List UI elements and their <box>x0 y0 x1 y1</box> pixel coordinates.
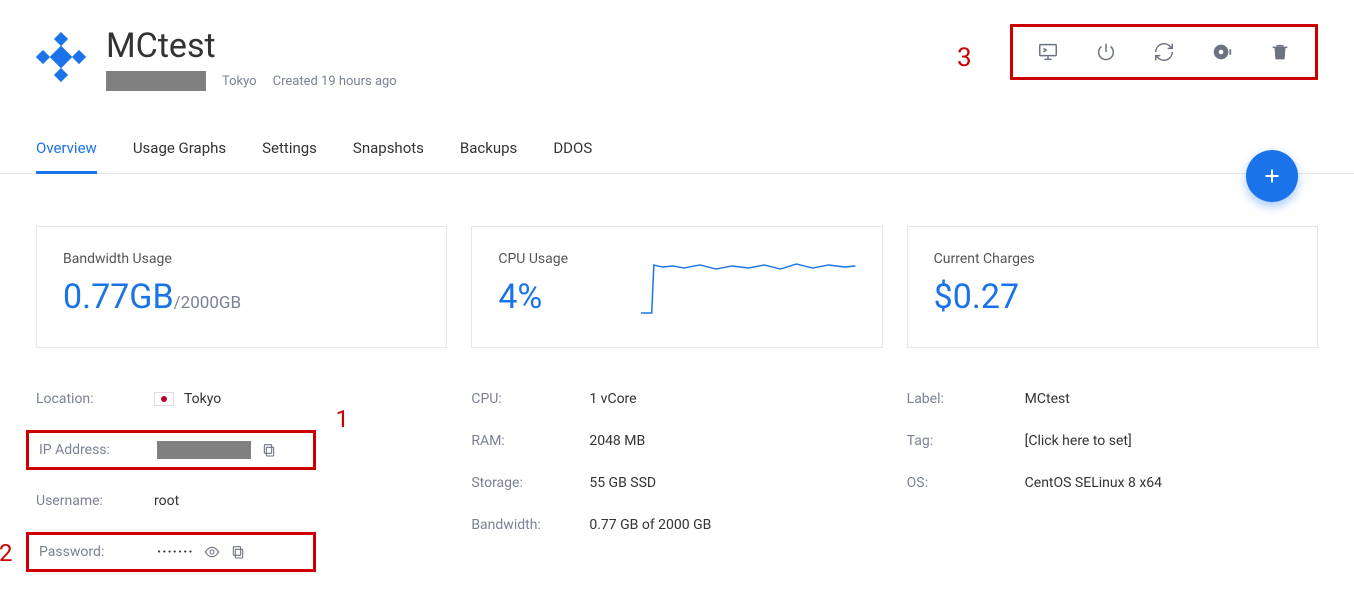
bandwidth-card: Bandwidth Usage 0.77GB/2000GB <box>36 226 447 348</box>
reinstall-icon[interactable] <box>1211 41 1233 63</box>
os-label: OS: <box>907 475 1025 491</box>
ram-label: RAM: <box>471 433 589 449</box>
bandwidth-detail-value[interactable]: 0.77 GB of 2000 GB <box>589 517 711 533</box>
label-value[interactable]: MCtest <box>1025 391 1070 407</box>
ip-label: IP Address: <box>39 442 157 458</box>
username-label: Username: <box>36 493 154 509</box>
copy-ip-icon[interactable] <box>261 442 277 458</box>
label-label: Label: <box>907 391 1025 407</box>
redacted-ip-header <box>106 71 206 91</box>
tab-overview[interactable]: Overview <box>36 127 97 174</box>
cpu-label: CPU Usage <box>498 251 641 267</box>
username-value: root <box>154 493 179 509</box>
charges-label: Current Charges <box>934 251 1291 267</box>
add-button[interactable] <box>1246 150 1298 202</box>
tab-usage-graphs[interactable]: Usage Graphs <box>133 127 226 173</box>
ram-value: 2048 MB <box>589 433 645 449</box>
tabs: Overview Usage Graphs Settings Snapshots… <box>36 127 1318 174</box>
password-mask: ······· <box>157 544 194 560</box>
bandwidth-value: 0.77GB <box>63 277 174 317</box>
cpu-card: CPU Usage 4% <box>471 226 882 348</box>
cpu-spec-label: CPU: <box>471 391 589 407</box>
restart-icon[interactable] <box>1153 41 1175 63</box>
bandwidth-detail-label: Bandwidth: <box>471 517 589 533</box>
header-created: Created 19 hours ago <box>273 74 397 89</box>
tab-snapshots[interactable]: Snapshots <box>353 127 424 173</box>
server-actions <box>1010 24 1318 80</box>
copy-password-icon[interactable] <box>230 544 246 560</box>
cpu-value: 4% <box>498 277 641 317</box>
storage-label: Storage: <box>471 475 589 491</box>
tag-value[interactable]: [Click here to set] <box>1025 433 1132 449</box>
tab-settings[interactable]: Settings <box>262 127 317 173</box>
reveal-password-icon[interactable] <box>204 544 220 560</box>
redacted-ip-value <box>157 441 251 459</box>
bandwidth-suffix: /2000GB <box>174 293 241 313</box>
header-location: Tokyo <box>222 74 257 89</box>
tag-label: Tag: <box>907 433 1025 449</box>
flag-jp-icon <box>154 392 174 406</box>
cpu-sparkline <box>641 255 855 319</box>
tab-backups[interactable]: Backups <box>460 127 517 173</box>
location-value: Tokyo <box>184 391 221 407</box>
bandwidth-label: Bandwidth Usage <box>63 251 420 267</box>
charges-card: Current Charges $0.27 <box>907 226 1318 348</box>
power-icon[interactable] <box>1095 41 1117 63</box>
trash-icon[interactable] <box>1269 41 1291 63</box>
cpu-spec-value: 1 vCore <box>589 391 636 407</box>
logo <box>36 32 86 82</box>
location-label: Location: <box>36 391 154 407</box>
os-value: CentOS SELinux 8 x64 <box>1025 475 1162 491</box>
password-label: Password: <box>39 544 157 560</box>
tab-ddos[interactable]: DDOS <box>553 127 592 173</box>
ip-address-box: IP Address: <box>26 430 316 470</box>
password-box: Password: ······· <box>26 532 316 572</box>
charges-value: $0.27 <box>934 277 1291 317</box>
storage-value: 55 GB SSD <box>589 475 656 491</box>
console-icon[interactable] <box>1037 41 1059 63</box>
server-title: MCtest <box>106 28 397 65</box>
